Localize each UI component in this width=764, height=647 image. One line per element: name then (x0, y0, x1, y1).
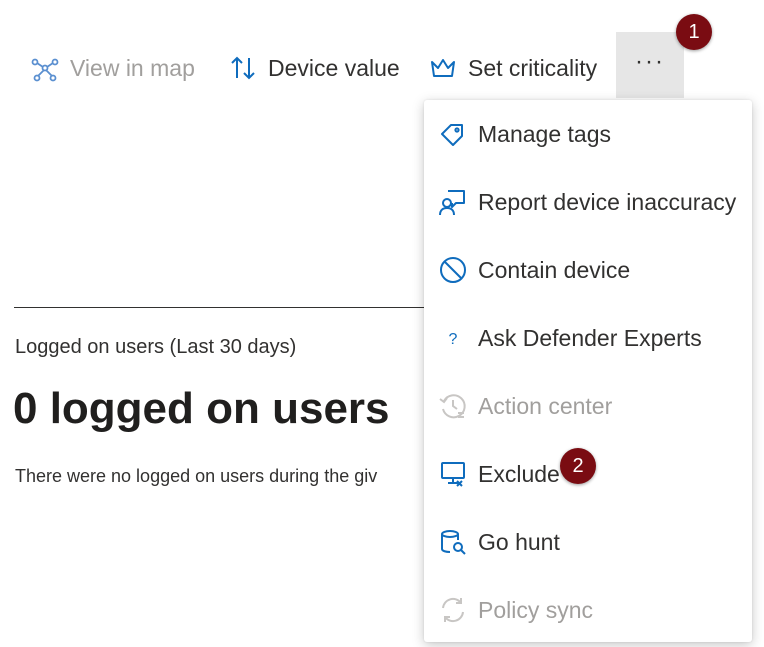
menu-item-label: Report device inaccuracy (478, 188, 737, 215)
more-actions-button[interactable]: ··· (616, 32, 684, 98)
menu-item-label: Ask Defender Experts (478, 324, 702, 351)
menu-item-go-hunt[interactable]: Go hunt (424, 508, 752, 576)
device-value-button[interactable]: Device value (228, 46, 400, 90)
monitor-x-icon (436, 457, 470, 491)
ellipsis-icon: ··· (635, 48, 665, 75)
menu-item-report-device-inaccuracy[interactable]: Report device inaccuracy (424, 168, 752, 236)
menu-item-label: Manage tags (478, 120, 611, 147)
callout-badge-2: 2 (560, 448, 596, 484)
logged-on-users-count: 0 logged on users (13, 384, 390, 433)
set-criticality-label: Set criticality (468, 54, 598, 81)
menu-item-label: Action center (478, 392, 613, 419)
section-divider (14, 307, 434, 308)
menu-item-label: Exclude (478, 460, 560, 487)
sync-icon (436, 593, 470, 627)
svg-text:?: ? (449, 331, 458, 348)
menu-item-policy-sync[interactable]: Policy sync (424, 576, 752, 644)
callout-badge-1: 1 (676, 14, 712, 50)
history-icon (436, 389, 470, 423)
menu-item-label: Contain device (478, 256, 631, 283)
database-search-icon (436, 525, 470, 559)
menu-item-manage-tags[interactable]: Manage tags (424, 100, 752, 168)
view-in-map-button[interactable]: View in map (30, 46, 195, 90)
menu-item-contain-device[interactable]: Contain device (424, 236, 752, 304)
sort-arrows-icon (228, 53, 258, 83)
report-person-icon (436, 185, 470, 219)
view-in-map-label: View in map (70, 54, 195, 81)
device-value-label: Device value (268, 54, 400, 81)
set-criticality-button[interactable]: Set criticality (428, 46, 597, 90)
question-icon: ? (436, 321, 470, 355)
logged-on-users-note: There were no logged on users during the… (15, 466, 378, 486)
menu-item-label: Go hunt (478, 528, 560, 555)
menu-item-ask-defender-experts[interactable]: ? Ask Defender Experts (424, 304, 752, 372)
crown-icon (428, 53, 458, 83)
menu-item-label: Policy sync (478, 596, 594, 623)
logged-on-users-heading: Logged on users (Last 30 days) (15, 336, 297, 358)
more-actions-menu: Manage tags Report device inaccuracy Con… (424, 100, 752, 642)
block-icon (436, 253, 470, 287)
map-graph-icon (30, 53, 60, 83)
tag-icon (436, 117, 470, 151)
menu-item-action-center[interactable]: Action center (424, 372, 752, 440)
